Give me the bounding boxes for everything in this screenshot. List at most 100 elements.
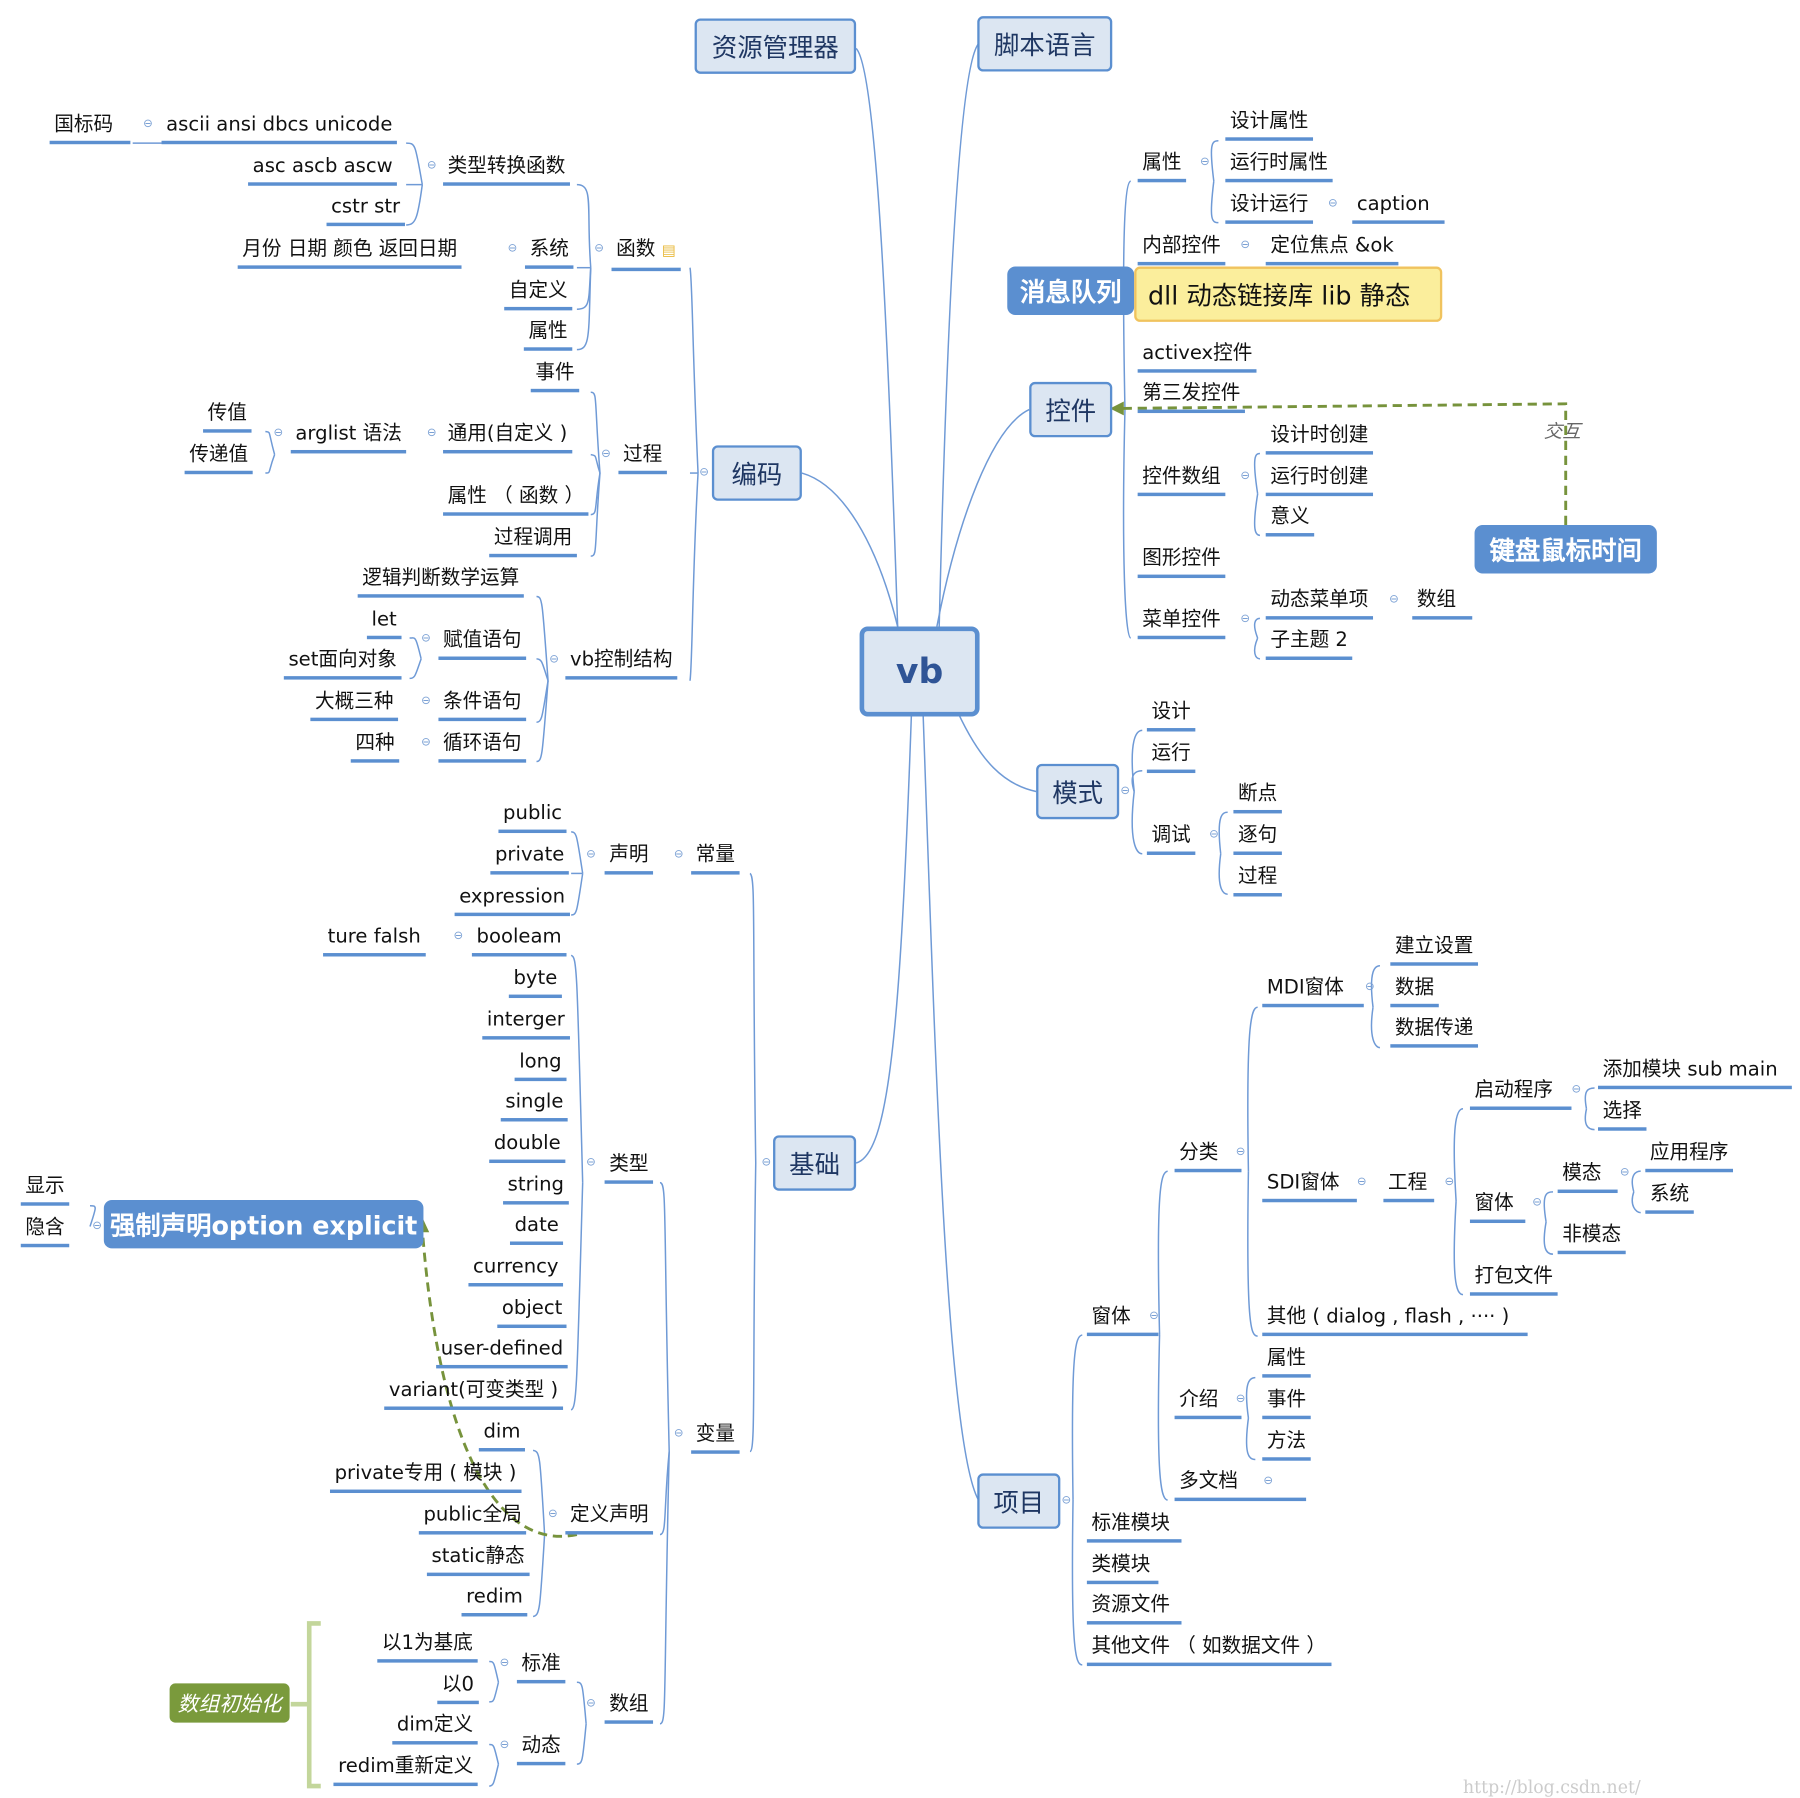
node-mdi-data[interactable]: 数据 [1390,976,1439,1008]
collapse-toggle-icon[interactable]: ⊖ [421,736,431,749]
node-private-module[interactable]: private专用 ( 模块 ) [329,1462,522,1494]
node-runtime-create[interactable]: 运行时创建 [1265,465,1374,497]
collapse-toggle-icon[interactable]: ⊖ [1149,1310,1159,1323]
node-type-byte[interactable]: byte [508,967,562,999]
collapse-toggle-icon[interactable]: ⊖ [421,695,431,708]
collapse-toggle-icon[interactable]: ⊖ [1240,470,1250,483]
collapse-toggle-icon[interactable]: ⊖ [500,1739,510,1752]
collapse-toggle-icon[interactable]: ⊖ [1445,1176,1455,1189]
collapse-toggle-icon[interactable]: ⊖ [1263,1475,1273,1488]
node-let[interactable]: let [366,608,402,640]
node-standard[interactable]: 标准 [516,1652,566,1684]
topic-basics[interactable]: 基础 [773,1135,857,1191]
node-app-modal[interactable]: 应用程序 [1645,1141,1734,1173]
node-expression[interactable]: expression [454,885,570,917]
node-project-sub[interactable]: 工程 [1383,1171,1435,1203]
node-caption[interactable]: caption [1352,193,1445,224]
node-procedure[interactable]: 过程 [618,443,667,475]
node-assign[interactable]: 赋值语句 [438,629,527,660]
root-node[interactable]: vb [859,626,980,717]
collapse-toggle-icon[interactable]: ⊖ [1209,828,1219,841]
node-sub-main[interactable]: 添加模块 sub main [1598,1058,1792,1090]
node-func-property[interactable]: 属性 [523,320,573,351]
node-type-double[interactable]: double [489,1132,566,1164]
node-internal[interactable]: 内部控件 [1137,234,1226,266]
node-type-conversion[interactable]: 类型转换函数 [443,155,570,186]
node-custom[interactable]: 自定义 [504,279,573,311]
collapse-toggle-icon[interactable]: ⊖ [500,1657,510,1670]
collapse-toggle-icon[interactable]: ⊖ [586,1156,596,1169]
node-type-integer[interactable]: interger [482,1008,570,1040]
collapse-toggle-icon[interactable]: ⊖ [1620,1166,1630,1179]
node-subtopic[interactable]: 子主题 2 [1265,629,1353,660]
collapse-toggle-icon[interactable]: ⊖ [1236,1393,1246,1406]
node-base-1[interactable]: 以1为基底 [377,1631,478,1663]
node-asc[interactable]: asc ascb ascw [248,155,398,186]
node-dynamic-menu[interactable]: 动态菜单项 [1265,588,1374,620]
node-array[interactable]: 数组 [604,1693,654,1724]
node-public[interactable]: public [498,802,567,834]
node-run[interactable]: 运行 [1146,742,1196,774]
node-mdi-transfer[interactable]: 数据传递 [1390,1016,1479,1048]
topic-explorer[interactable]: 资源管理器 [694,18,857,74]
node-activex[interactable]: activex控件 [1137,342,1257,373]
topic-controls[interactable]: 控件 [1029,381,1113,438]
node-menu-array[interactable]: 数组 [1412,588,1473,620]
node-system-detail[interactable]: 月份 日期 颜色 返回日期 [237,238,462,269]
node-encodings[interactable]: ascii ansi dbcs unicode [161,113,398,145]
node-variable[interactable]: 变量 [691,1423,740,1454]
node-mdoc[interactable]: 多文档 [1174,1470,1307,1502]
node-define[interactable]: 定义声明 [565,1503,654,1535]
node-debug[interactable]: 调试 [1146,824,1196,855]
collapse-toggle-icon[interactable]: ⊖ [1120,785,1130,798]
node-dim-define[interactable]: dim定义 [392,1713,478,1745]
collapse-toggle-icon[interactable]: ⊖ [762,1156,772,1169]
collapse-toggle-icon[interactable]: ⊖ [92,1220,102,1233]
callout-message-queue[interactable]: 消息队列 [1007,266,1135,315]
node-property-func[interactable]: 属性 （ 函数 ） [443,485,589,516]
node-graphic[interactable]: 图形控件 [1137,547,1226,579]
node-dim[interactable]: dim [478,1420,526,1452]
collapse-toggle-icon[interactable]: ⊖ [143,118,153,131]
node-pass-ref[interactable]: 传递值 [184,443,253,475]
topic-mode[interactable]: 模式 [1036,763,1120,820]
collapse-toggle-icon[interactable]: ⊖ [1357,1176,1367,1189]
collapse-toggle-icon[interactable]: ⊖ [1365,981,1375,994]
collapse-toggle-icon[interactable]: ⊖ [586,848,596,861]
node-arglist[interactable]: arglist 语法 [290,422,407,454]
node-set[interactable]: set面向对象 [283,648,402,680]
node-modeless[interactable]: 非模态 [1557,1223,1626,1255]
node-explicit-show[interactable]: 显示 [20,1175,70,1206]
collapse-toggle-icon[interactable]: ⊖ [1571,1083,1581,1096]
node-type-string[interactable]: string [503,1173,569,1205]
node-dynamic[interactable]: 动态 [516,1734,566,1766]
node-mdi[interactable]: MDI窗体 [1262,976,1364,1008]
node-private[interactable]: private [490,843,569,875]
node-sdi-form[interactable]: 窗体 [1469,1192,1526,1224]
collapse-toggle-icon[interactable]: ⊖ [1389,593,1399,606]
collapse-toggle-icon[interactable]: ⊖ [674,848,684,861]
node-intro-method[interactable]: 方法 [1262,1430,1311,1461]
collapse-toggle-icon[interactable]: ⊖ [508,242,518,255]
node-sdi[interactable]: SDI窗体 [1262,1171,1357,1203]
node-intro-property[interactable]: 属性 [1262,1346,1311,1378]
node-constant[interactable]: 常量 [691,843,740,875]
node-focus[interactable]: 定位焦点 &ok [1265,234,1399,266]
node-type-long[interactable]: long [514,1050,567,1082]
node-types[interactable]: 类型 [604,1153,654,1184]
node-step[interactable]: 逐句 [1233,824,1282,855]
node-redim[interactable]: redim [461,1585,528,1617]
node-ctrl-array[interactable]: 控件数组 [1137,465,1226,497]
callout-keyboard-mouse[interactable]: 键盘鼠标时间 [1474,524,1657,574]
collapse-toggle-icon[interactable]: ⊖ [1532,1196,1542,1209]
node-system-modal[interactable]: 系统 [1645,1183,1694,1214]
collapse-toggle-icon[interactable]: ⊖ [549,653,559,666]
node-explicit-implicit[interactable]: 隐含 [20,1216,70,1248]
node-bool-values[interactable]: ture falsh [323,925,426,957]
collapse-toggle-icon[interactable]: ⊖ [1328,197,1338,210]
collapse-toggle-icon[interactable]: ⊖ [1200,156,1210,169]
node-static[interactable]: static静态 [426,1545,530,1577]
collapse-toggle-icon[interactable]: ⊖ [1240,239,1250,252]
node-design-prop[interactable]: 设计属性 [1225,110,1314,141]
collapse-toggle-icon[interactable]: ⊖ [273,427,283,440]
